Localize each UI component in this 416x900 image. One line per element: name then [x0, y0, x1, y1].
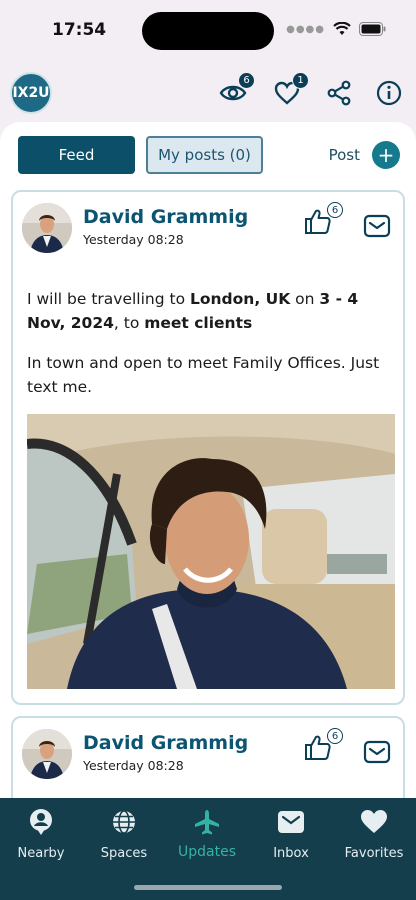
message-button[interactable]: [363, 214, 391, 238]
post-paragraph-2: In town and open to meet Family Offices.…: [27, 354, 380, 396]
new-post-button[interactable]: Post +: [329, 140, 400, 170]
nav-label: Nearby: [17, 846, 65, 861]
status-bar: 17:54 ●●●●: [0, 0, 416, 62]
home-indicator[interactable]: [134, 885, 282, 890]
nav-favorites[interactable]: Favorites: [333, 808, 415, 861]
message-button[interactable]: [363, 740, 391, 764]
status-time: 17:54: [52, 20, 107, 40]
nav-label: Updates: [178, 844, 236, 860]
views-button[interactable]: 6: [218, 72, 255, 108]
signal-dots-icon: ●●●●: [286, 23, 325, 35]
like-count: 6: [327, 728, 343, 744]
post-photo[interactable]: [27, 414, 395, 689]
avatar[interactable]: [22, 203, 72, 253]
feed-panel: Feed My posts (0) Post + David Grammig Y…: [0, 122, 416, 798]
post-body: I will be travelling to London, UK on 3 …: [27, 287, 393, 415]
nav-label: Inbox: [273, 846, 309, 861]
share-button[interactable]: [324, 78, 354, 108]
like-button[interactable]: 6: [303, 728, 343, 766]
app-header: IX2U 6 1: [0, 62, 416, 122]
nav-label: Favorites: [344, 846, 404, 861]
envelope-icon: [363, 214, 391, 238]
tab-my-posts[interactable]: My posts (0): [146, 136, 263, 174]
post-paragraph-1: I will be travelling to London, UK on 3 …: [27, 287, 393, 335]
wifi-icon: [333, 22, 351, 35]
nav-spaces[interactable]: Spaces: [83, 808, 165, 861]
dynamic-island: [142, 12, 274, 50]
post-timestamp: Yesterday 08:28: [83, 232, 184, 247]
airplane-icon: [193, 808, 221, 836]
like-count: 6: [327, 202, 343, 218]
text-segment: I will be travelling to: [27, 290, 190, 308]
likes-badge: 1: [292, 72, 309, 89]
info-button[interactable]: [374, 78, 404, 108]
share-icon: [327, 80, 351, 106]
globe-icon: [110, 808, 138, 836]
avatar-photo: [22, 729, 72, 779]
avatar-photo: [22, 203, 72, 253]
new-post-label: Post: [328, 146, 360, 164]
nav-updates[interactable]: Updates: [166, 808, 248, 860]
author-name[interactable]: David Grammig: [83, 206, 248, 228]
battery-icon: [359, 22, 386, 36]
post-card: David Grammig Yesterday 08:28 6 I will b…: [11, 190, 405, 705]
status-icons: ●●●●: [286, 22, 386, 36]
nav-nearby[interactable]: Nearby: [0, 808, 82, 861]
envelope-icon: [277, 808, 305, 836]
app-logo[interactable]: IX2U: [10, 72, 52, 114]
text-segment: , to: [113, 314, 145, 332]
text-location: London, UK: [189, 290, 291, 308]
plus-icon: +: [372, 141, 400, 169]
feed-tabs: Feed My posts (0) Post +: [18, 136, 400, 176]
car-selfie-image: [27, 414, 395, 689]
post-timestamp: Yesterday 08:28: [83, 758, 184, 773]
info-icon: [376, 80, 402, 106]
like-button[interactable]: 6: [303, 202, 343, 240]
nav-inbox[interactable]: Inbox: [250, 808, 332, 861]
post-card: David Grammig Yesterday 08:28 6: [11, 716, 405, 798]
nav-label: Spaces: [100, 846, 148, 861]
text-segment: on: [290, 290, 320, 308]
heart-icon: [360, 808, 388, 836]
views-badge: 6: [238, 72, 255, 89]
bottom-nav: Nearby Spaces Updates Inbox Favorites: [0, 798, 416, 900]
text-purpose: meet clients: [144, 314, 253, 332]
tab-feed[interactable]: Feed: [18, 136, 135, 174]
author-name[interactable]: David Grammig: [83, 732, 248, 754]
avatar[interactable]: [22, 729, 72, 779]
likes-button[interactable]: 1: [272, 72, 309, 108]
person-pin-icon: [27, 808, 55, 836]
envelope-icon: [363, 740, 391, 764]
